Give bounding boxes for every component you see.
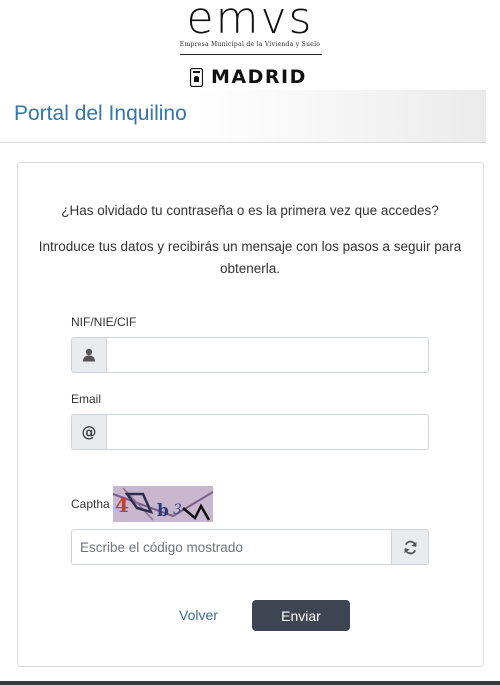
madrid-wordmark: MADRID — [211, 66, 307, 88]
page-title: Portal del Inquilino — [14, 102, 187, 125]
email-label: Email — [71, 392, 102, 406]
madrid-shield-icon — [190, 67, 203, 87]
refresh-icon — [403, 540, 417, 554]
question-text: ¿Has olvidado tu contraseña o es la prim… — [61, 203, 439, 218]
svg-text:b: b — [157, 501, 169, 521]
footer-bar — [0, 681, 500, 685]
madrid-logo: MADRID — [190, 66, 307, 88]
emvs-logo-subtitle: Empresa Municipal de la Vivienda y Suelo — [179, 41, 321, 48]
nif-input[interactable] — [107, 337, 429, 373]
logo-divider — [180, 54, 322, 55]
nif-label: NIF/NIE/CIF — [71, 315, 137, 329]
submit-button[interactable]: Enviar — [252, 600, 350, 631]
refresh-captcha-button[interactable] — [391, 529, 429, 565]
at-icon: @ — [71, 414, 107, 450]
email-input[interactable] — [107, 414, 429, 450]
captcha-label: Captha — [71, 497, 110, 511]
nif-input-group — [71, 337, 429, 373]
title-bar: Portal del Inquilino — [0, 90, 486, 143]
captcha-input[interactable] — [71, 529, 391, 565]
site-header: emvs Empresa Municipal de la Vivienda y … — [0, 0, 500, 90]
svg-text:3: 3 — [173, 502, 182, 518]
user-icon — [71, 337, 107, 373]
email-input-group: @ — [71, 414, 429, 450]
emvs-logo: emvs — [186, 0, 314, 44]
captcha-input-group — [71, 529, 429, 565]
intro-text: Introduce tus datos y recibirás un mensa… — [38, 239, 462, 276]
captcha-image: 4 b 3 — [113, 486, 213, 522]
svg-text:4: 4 — [115, 493, 129, 517]
back-link[interactable]: Volver — [179, 607, 218, 623]
